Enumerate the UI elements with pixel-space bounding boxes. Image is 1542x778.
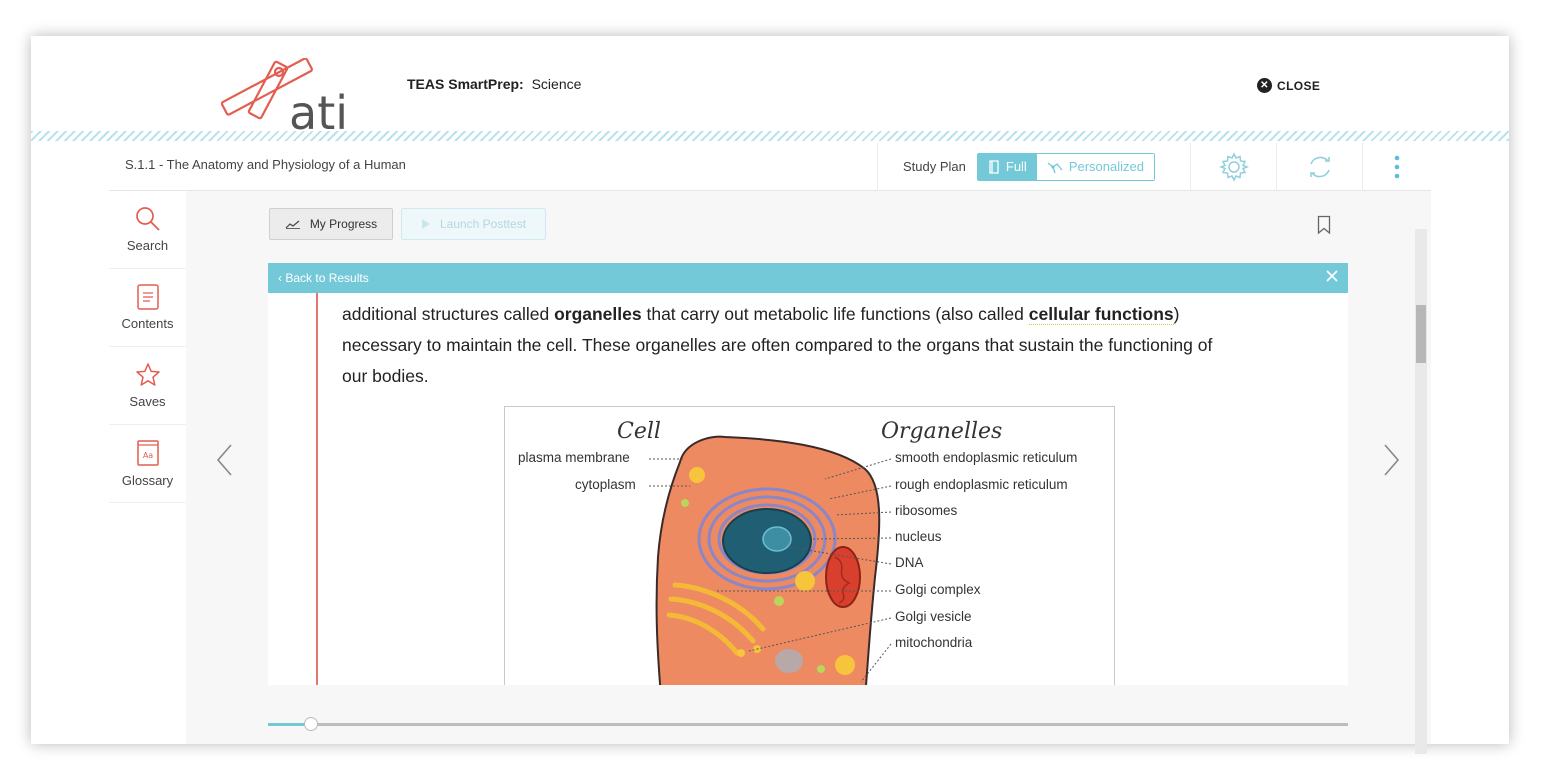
- launch-posttest-button[interactable]: Launch Posttest: [401, 208, 546, 240]
- cell-diagram: Cell Organelles plasma membrane cytoplas…: [504, 406, 1115, 685]
- study-plan-label: Study Plan: [903, 159, 966, 174]
- chevron-right-icon: [1384, 444, 1400, 476]
- app-name: TEAS SmartPrep:: [407, 76, 524, 92]
- refresh-icon: [1309, 156, 1330, 177]
- header-divider: [31, 131, 1509, 141]
- launch-posttest-label: Launch Posttest: [439, 217, 527, 231]
- text-segment: ): [1173, 304, 1180, 324]
- lesson-topbar: S.1.1 - The Anatomy and Physiology of a …: [109, 143, 1431, 191]
- sidebar-item-label: Saves: [129, 394, 166, 409]
- term-cellular-functions[interactable]: cellular functions: [1028, 304, 1174, 325]
- sidebar: Search Contents Saves Aa Glossary: [109, 191, 186, 744]
- reading-progress-handle[interactable]: [304, 717, 318, 731]
- sidebar-item-glossary[interactable]: Aa Glossary: [109, 425, 186, 503]
- study-plan: Study Plan Full Personalized: [877, 143, 1155, 190]
- my-progress-button[interactable]: My Progress: [269, 208, 393, 240]
- plan-personalized-label: Personalized: [1068, 159, 1144, 174]
- glossary-icon: Aa: [136, 440, 159, 466]
- study-plan-toggle: Full Personalized: [976, 152, 1155, 181]
- svg-text:Aa: Aa: [142, 451, 152, 460]
- svg-text:ati: ati: [289, 86, 348, 136]
- text-line-1: additional structures called organelles …: [342, 299, 1302, 330]
- ati-logo: ati: [221, 58, 348, 136]
- back-to-results-label: Back to Results: [285, 271, 369, 285]
- content-margin-line: [316, 293, 318, 685]
- plan-personalized-option[interactable]: Personalized: [1036, 153, 1154, 180]
- close-icon: ✕: [1257, 78, 1272, 93]
- app-window: ati TEAS SmartPrep: Science ✕ CLOSE S.1.…: [31, 36, 1509, 754]
- close-icon: [1326, 270, 1338, 282]
- text-segment: additional structures called: [342, 304, 555, 324]
- text-line-2: necessary to maintain the cell. These or…: [342, 335, 1213, 355]
- gear-icon: [1218, 151, 1249, 182]
- kebab-menu-icon: [1394, 155, 1400, 178]
- sidebar-item-label: Search: [126, 238, 169, 253]
- text-line-3: our bodies.: [342, 366, 429, 386]
- lesson-reader: ‹ Back to Results additional structures …: [268, 263, 1348, 685]
- subject-name: Science: [531, 76, 582, 92]
- sidebar-item-label: Glossary: [121, 473, 174, 488]
- plan-full-label: Full: [1005, 159, 1027, 174]
- scrollbar-thumb[interactable]: [1416, 305, 1426, 363]
- close-results-button[interactable]: [1324, 268, 1340, 289]
- cell-illustration: [649, 435, 892, 685]
- search-icon: [135, 207, 160, 231]
- sidebar-item-label: Contents: [121, 316, 174, 331]
- text-segment: that carry out metabolic life functions …: [641, 304, 1029, 324]
- next-page-button[interactable]: [1381, 443, 1401, 482]
- sidebar-item-search[interactable]: Search: [109, 191, 186, 269]
- close-button[interactable]: ✕ CLOSE: [1257, 78, 1320, 93]
- content-scrollbar[interactable]: [1415, 229, 1427, 754]
- play-icon: [421, 219, 430, 229]
- plan-full-option[interactable]: Full: [977, 153, 1037, 180]
- contents-icon: [136, 284, 159, 310]
- reading-progress-track[interactable]: [268, 723, 1348, 726]
- my-progress-label: My Progress: [309, 217, 378, 231]
- close-label: CLOSE: [1277, 78, 1321, 93]
- back-to-results-link[interactable]: ‹ Back to Results: [278, 271, 369, 285]
- lesson-text: additional structures called organelles …: [342, 299, 1302, 392]
- app-title: TEAS SmartPrep: Science: [407, 76, 581, 92]
- results-bar: ‹ Back to Results: [268, 263, 1348, 293]
- bookmark-icon: [1317, 215, 1331, 235]
- personalized-path-icon: [1047, 161, 1063, 173]
- term-organelles[interactable]: organelles: [554, 304, 642, 324]
- sync-button[interactable]: [1276, 143, 1362, 190]
- settings-button[interactable]: [1190, 143, 1276, 190]
- chevron-left-icon: [216, 444, 232, 476]
- bookmark-button[interactable]: [1317, 215, 1331, 240]
- trend-chart-icon: [285, 220, 300, 229]
- previous-page-button[interactable]: [215, 443, 235, 482]
- sidebar-item-saves[interactable]: Saves: [109, 347, 186, 425]
- sidebar-item-contents[interactable]: Contents: [109, 269, 186, 347]
- star-icon: [135, 363, 160, 386]
- more-menu-button[interactable]: [1362, 143, 1431, 190]
- lesson-panel: S.1.1 - The Anatomy and Physiology of a …: [109, 143, 1431, 754]
- book-icon: [989, 159, 999, 174]
- breadcrumb: S.1.1 - The Anatomy and Physiology of a …: [125, 157, 406, 172]
